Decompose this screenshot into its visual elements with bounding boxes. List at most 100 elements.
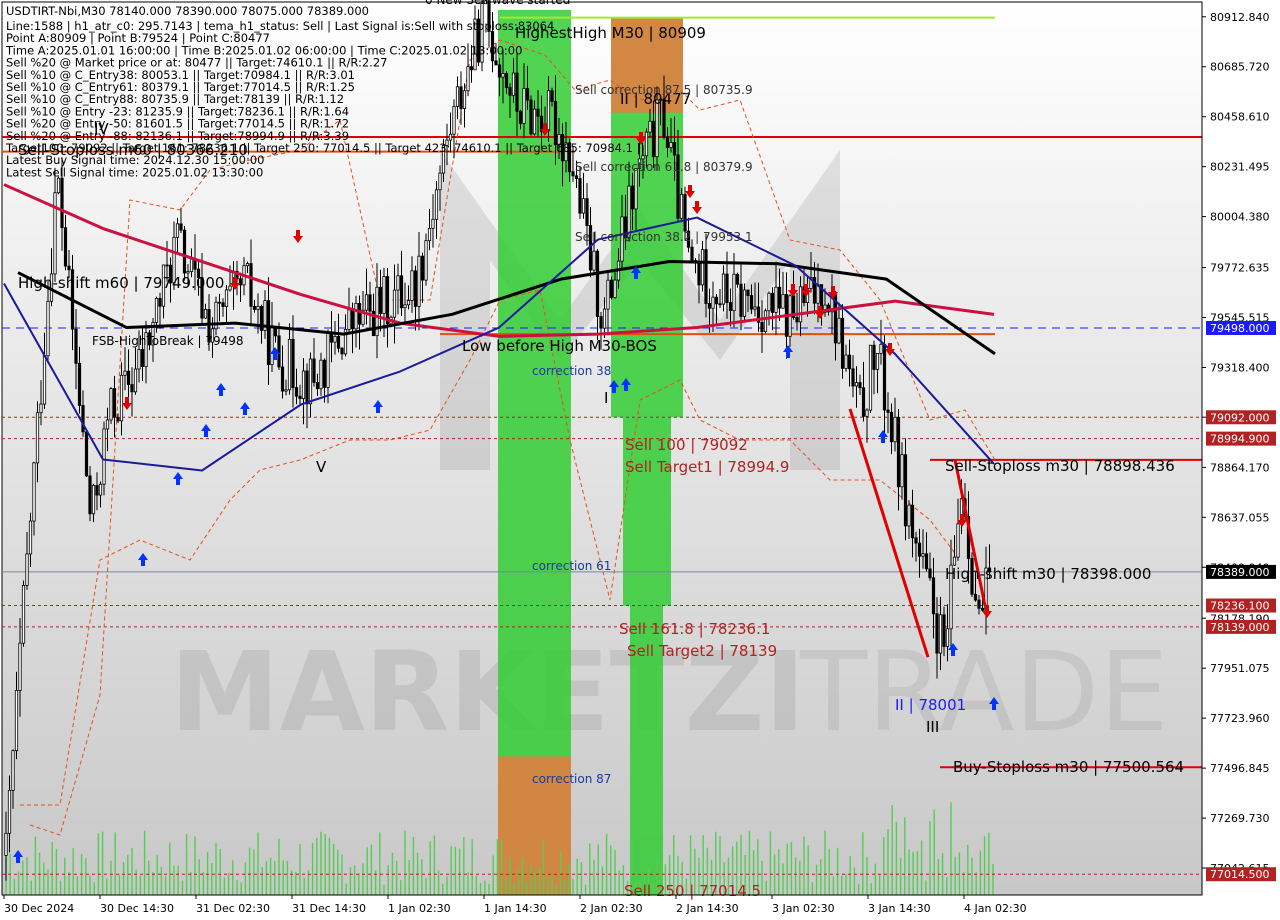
correction-87-label: correction 87 [532,772,611,786]
trading-chart[interactable]: MARKETZI TRADE 0 New Sell wave startedHi… [0,0,1280,920]
candle-body [203,308,208,319]
candle-body [777,286,782,309]
price-tag-label: 77014.500 [1210,868,1270,881]
candle-body [977,599,981,609]
candle-body [501,73,505,78]
candle-body [308,358,313,405]
candle-body [609,279,614,298]
candle-body [606,279,610,310]
candle-body [893,416,897,443]
candle-body [427,227,432,242]
candle-body [18,642,22,691]
candle-body [739,283,743,317]
candle-body [931,577,936,615]
candle-body [945,628,950,647]
candle-body [189,258,194,273]
price-tick-label: 79772.635 [1210,262,1270,275]
candle-body [140,349,145,367]
candle-body [270,326,274,366]
time-tick-label: 2 Jan 02:30 [580,902,643,915]
candle-body [704,249,708,304]
watermark-text-2: TRADE [799,628,1169,756]
candle-body [417,255,421,307]
candle-body [781,293,785,309]
candle-body [179,223,183,231]
candle-body [735,273,740,285]
candle-body [25,553,29,586]
time-tick-label: 30 Dec 14:30 [100,902,174,915]
candle-body [690,246,694,261]
candle-body [392,289,397,318]
low-before-high-label: Low before High M30-BOS [462,337,657,355]
candle-body [165,264,169,267]
candle-body [340,347,344,355]
candle-body [217,301,222,304]
candle-body [284,389,288,392]
candle-body [452,106,456,135]
fsb-high-label: FSB-HighToBreak | 79498 [92,334,244,348]
candle-body [319,359,323,390]
sell-161-label: Sell 161.8 | 78236.1 [619,620,770,638]
candle-body [357,303,362,325]
candle-body [382,276,386,314]
candle-body [35,412,40,464]
candle-body [921,553,925,557]
time-tick-label: 30 Dec 2024 [4,902,74,915]
candle-body [518,110,523,124]
candle-body [350,309,355,330]
candle-body [858,382,862,389]
time-axis[interactable]: 30 Dec 2024 30 Dec 14:30 31 Dec 02:30 31 De… [2,894,1202,915]
candle-body [746,289,750,296]
candle-body [602,308,607,329]
candle-body [875,353,880,370]
candle-body [774,286,778,313]
candle-body [728,302,733,311]
candle-body [903,454,908,527]
price-tick-label: 77269.730 [1210,812,1270,825]
candle-body [252,305,257,310]
candle-body [277,335,281,368]
candle-body [868,344,873,411]
time-tick-label: 1 Jan 14:30 [484,902,547,915]
candle-body [669,142,673,149]
point-ii-label: II | 78001 [895,696,966,714]
sell-target2-label: Sell Target2 | 78139 [627,642,777,660]
correction-38-label: correction 38 [532,364,611,378]
plot-area[interactable]: MARKETZI TRADE 0 New Sell wave startedHi… [1,0,1203,900]
candle-body [865,409,869,417]
candle-body [459,86,463,109]
candle-body [266,300,271,366]
candle-body [123,370,127,376]
point-iii-label: III [926,718,939,736]
candle-body [42,355,47,405]
time-tick-label: 1 Jan 02:30 [388,902,451,915]
candle-body [655,99,659,158]
candle-body [354,303,358,330]
candle-body [298,395,302,400]
price-tag-label: 78236.100 [1210,600,1270,613]
candle-body [88,475,92,515]
candle-body [634,168,638,210]
candle-body [942,614,946,647]
candle-body [11,750,15,791]
candle-body [116,416,120,422]
candle-body [238,278,243,286]
candle-body [77,362,82,406]
correction-61-label: correction 61 [532,559,611,573]
candle-body [924,553,929,570]
candle-body [95,485,99,496]
candle-body [434,189,439,220]
price-tag-label: 78994.900 [1210,433,1270,446]
correction-87-right-label: Sell correction 87.5 | 80735.9 [575,83,753,97]
price-tick-label: 78864.170 [1210,461,1270,474]
candle-body [665,136,670,149]
sell-100-label: Sell 100 | 79092 [625,436,748,454]
price-axis[interactable]: 80912.840 80685.720 80458.610 80231.495 8000… [1201,2,1276,895]
candle-body [879,343,883,354]
candle-body [672,142,677,156]
candle-body [46,300,50,357]
correction-38-right-label: Sell correction 38.2 | 79953.1 [575,230,753,244]
candle-body [74,328,78,364]
candle-body [291,338,295,388]
candle-body [420,255,425,281]
